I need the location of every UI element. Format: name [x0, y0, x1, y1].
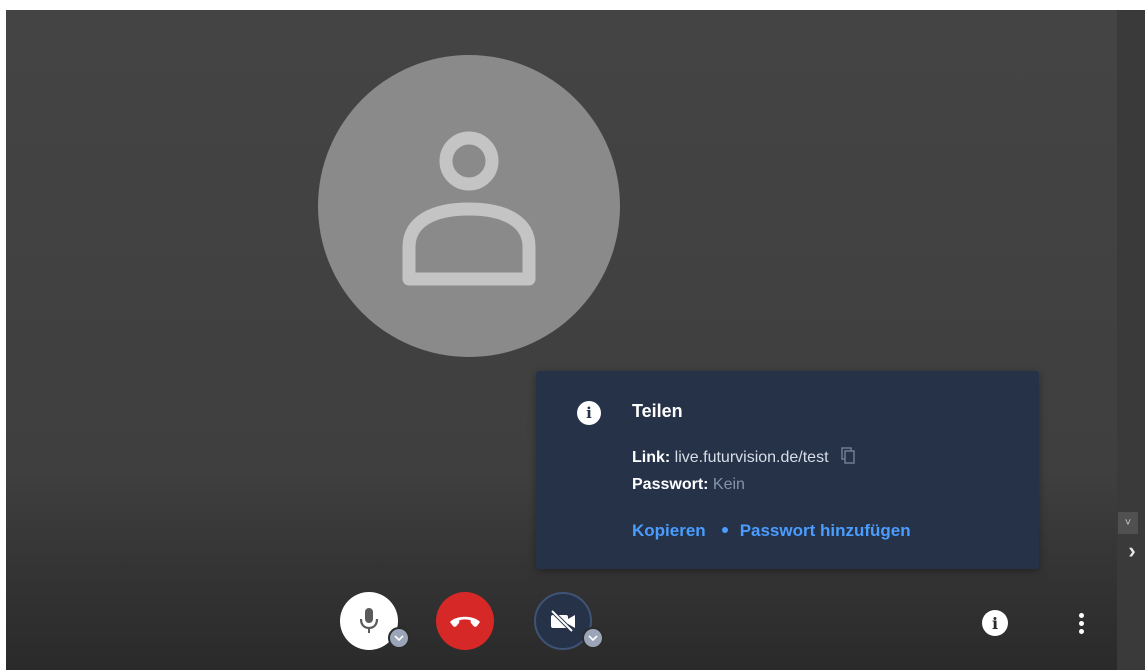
- link-label: Link:: [632, 449, 671, 467]
- scroll-down-icon[interactable]: ˅: [1118, 512, 1138, 534]
- password-value: Kein: [712, 476, 745, 493]
- more-options-button[interactable]: [1068, 610, 1094, 636]
- add-password-button[interactable]: Passwort hinzufügen: [740, 521, 911, 540]
- password-label: Passwort:: [632, 476, 709, 493]
- chevron-down-icon: [394, 634, 404, 641]
- side-panel-strip: [1117, 10, 1145, 670]
- copy-link-button[interactable]: Kopieren: [632, 521, 706, 540]
- microphone-options-button[interactable]: [388, 627, 410, 649]
- separator-dot: [721, 527, 728, 533]
- info-icon: i: [577, 401, 601, 425]
- chevron-down-icon: [588, 634, 598, 641]
- password-row: Passwort: Kein: [632, 476, 745, 494]
- more-vert-icon-dot: [1078, 620, 1084, 626]
- microphone-icon: [359, 608, 379, 633]
- more-vert-icon-dot: [1078, 628, 1084, 634]
- panel-actions: Kopieren Passwort hinzufügen: [632, 521, 911, 541]
- share-info-panel: i Teilen Link: live.futurvision.de/test …: [536, 371, 1039, 569]
- phone-hangup-icon: [450, 616, 480, 627]
- participant-avatar: [318, 55, 620, 357]
- meeting-info-button[interactable]: i: [982, 610, 1008, 636]
- copy-icon[interactable]: [841, 447, 855, 469]
- camera-off-icon: [550, 609, 575, 633]
- panel-title: Teilen: [632, 401, 683, 421]
- link-row: Link: live.futurvision.de/test: [632, 447, 855, 469]
- user-icon: [402, 131, 536, 286]
- camera-options-button[interactable]: [582, 627, 604, 649]
- link-value[interactable]: live.futurvision.de/test: [675, 449, 829, 466]
- hangup-button[interactable]: [436, 592, 494, 650]
- more-vert-icon-dot: [1078, 612, 1084, 618]
- chevron-right-icon[interactable]: ›: [1120, 539, 1144, 563]
